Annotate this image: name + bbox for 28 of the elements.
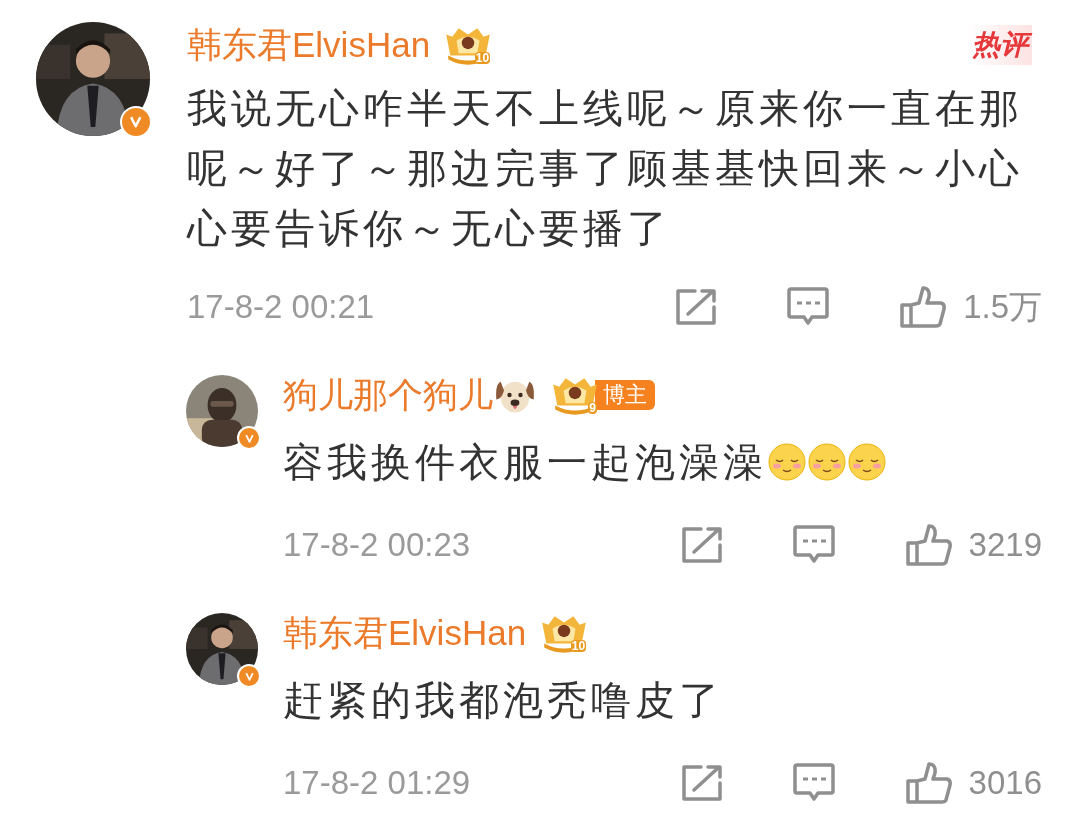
comment-icon[interactable]	[792, 525, 835, 565]
comment-text: 容我换件衣服一起泡澡澡	[283, 439, 767, 486]
share-icon[interactable]	[680, 527, 723, 563]
comment-text: 赶紧的我都泡秃噜皮了	[283, 677, 724, 724]
timestamp: 17-8-2 00:23	[283, 525, 471, 565]
thumbs-up-icon[interactable]	[904, 523, 953, 567]
blushing-face-icon	[767, 442, 807, 482]
share-icon[interactable]	[675, 289, 718, 325]
timestamp: 17-8-2 01:29	[283, 763, 471, 803]
thumbs-up-icon[interactable]	[899, 285, 948, 329]
timestamp: 17-8-2 00:21	[187, 287, 375, 327]
user-name[interactable]: 狗儿那个狗儿	[283, 372, 493, 418]
like-count: 3016	[968, 763, 1042, 803]
level-number: 10	[474, 52, 491, 64]
user-name[interactable]: 韩东君ElvisHan	[283, 610, 527, 656]
like-count: 1.5万	[963, 287, 1042, 327]
like-count: 3219	[968, 525, 1042, 565]
level-number: 10	[570, 640, 587, 652]
thumbs-up-icon[interactable]	[904, 761, 953, 805]
level-number: 9	[588, 402, 597, 414]
user-name[interactable]: 韩东君ElvisHan	[187, 22, 431, 68]
comment-icon[interactable]	[787, 287, 830, 327]
comment-icon[interactable]	[792, 763, 835, 803]
blushing-face-icon	[807, 442, 847, 482]
blogger-tag: 博主	[595, 380, 655, 410]
blushing-face-icon	[847, 442, 887, 482]
share-icon[interactable]	[680, 765, 723, 801]
comment-text: 我说无心咋半天不上线呢～原来你一直在那呢～好了～那边完事了顾基基快回来～小心心要告诉你～无心要播了	[187, 85, 1024, 252]
